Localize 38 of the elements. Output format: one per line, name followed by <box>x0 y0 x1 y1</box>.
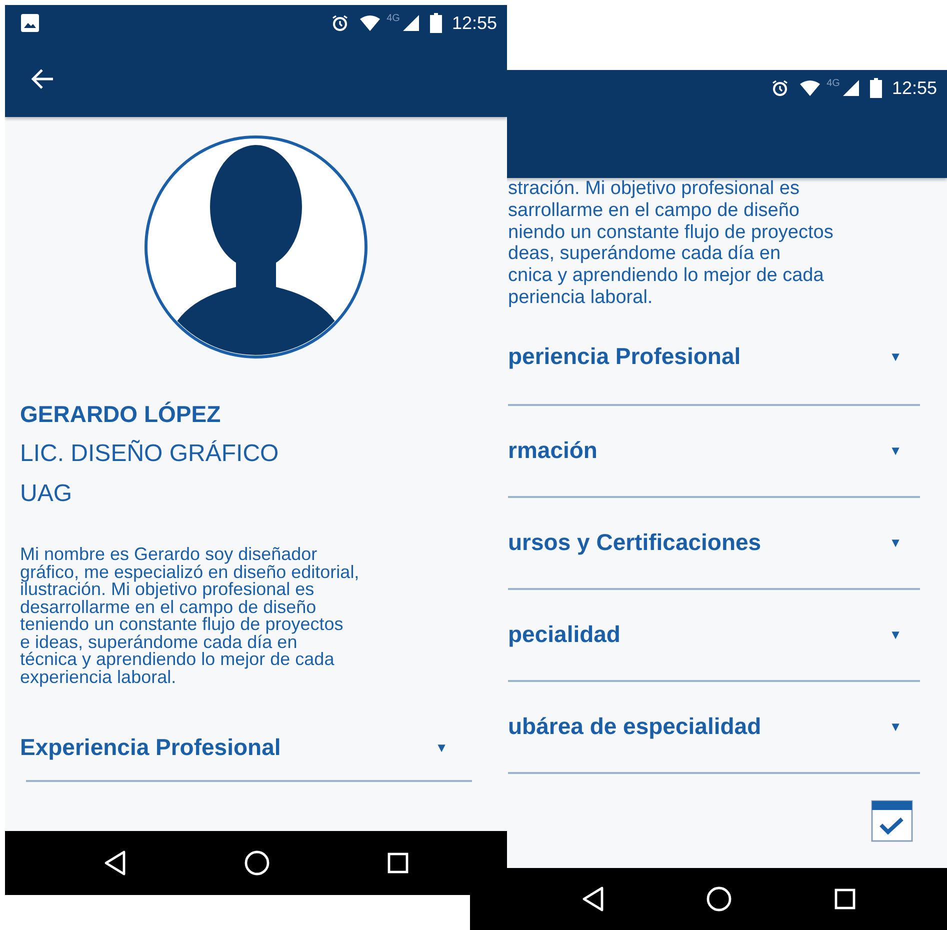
status-time: 12:55 <box>452 12 497 34</box>
dropdown-caret[interactable]: ▼ <box>889 627 902 642</box>
wifi-icon <box>798 80 821 96</box>
profile-school: UAG <box>20 480 74 508</box>
alarm-icon <box>330 14 349 32</box>
network-label: 4G <box>386 12 400 24</box>
recents-nav-icon[interactable] <box>834 888 856 910</box>
dropdown-caret[interactable]: ▼ <box>889 348 902 364</box>
home-nav-icon[interactable] <box>706 886 732 912</box>
battery-icon <box>430 13 442 33</box>
dropdown-caret[interactable]: ▼ <box>889 719 902 734</box>
section-header[interactable]: Experiencia Profesional <box>20 734 281 760</box>
signal-icon <box>402 14 420 32</box>
network-label: 4G <box>826 78 840 88</box>
wifi-icon <box>358 15 381 31</box>
back-arrow-icon[interactable] <box>31 68 55 90</box>
dropdown-caret[interactable]: ▼ <box>435 740 448 754</box>
bio-text: Mi nombre es Gerardo soy diseñador gráfico, me especializó en diseño editorial, ilustración. Mi objetivo profesional es desarrollarme en el campo de diseño teniendo un constante flujo de proyectos e ideas, superándome cada día en técnica y aprendiendo lo mejor de cada experiencia laboral. <box>20 546 360 686</box>
dropdown-caret[interactable]: ▼ <box>889 535 902 550</box>
back-nav-icon[interactable] <box>103 850 128 876</box>
dropdown-caret[interactable]: ▼ <box>889 443 902 458</box>
section-header[interactable]: rmación <box>508 437 598 464</box>
recents-nav-icon[interactable] <box>386 852 409 874</box>
battery-icon <box>870 78 882 98</box>
alarm-icon <box>770 79 789 97</box>
status-time: 12:55 <box>892 78 937 98</box>
bio-text: stración. Mi objetivo profesional es sarrollarme en el campo de diseño niendo un constante flujo de proyectos deas, superándome cada día en cnica y aprendiendo lo mejor de cada periencia laboral. <box>508 178 834 309</box>
home-nav-icon[interactable] <box>244 850 270 876</box>
section-header[interactable]: pecialidad <box>508 621 620 648</box>
signal-icon <box>842 79 860 97</box>
back-nav-icon[interactable] <box>580 886 605 912</box>
image-icon <box>21 14 39 32</box>
section-header[interactable]: ursos y Certificaciones <box>508 529 762 556</box>
calendar-check-icon[interactable] <box>871 800 913 842</box>
section-header[interactable]: periencia Profesional <box>508 342 741 370</box>
profile-degree: LIC. DISEÑO GRÁFICO <box>20 440 280 468</box>
profile-name: GERARDO LÓPEZ <box>20 401 222 428</box>
section-header[interactable]: ubárea de especialidad <box>508 713 762 740</box>
